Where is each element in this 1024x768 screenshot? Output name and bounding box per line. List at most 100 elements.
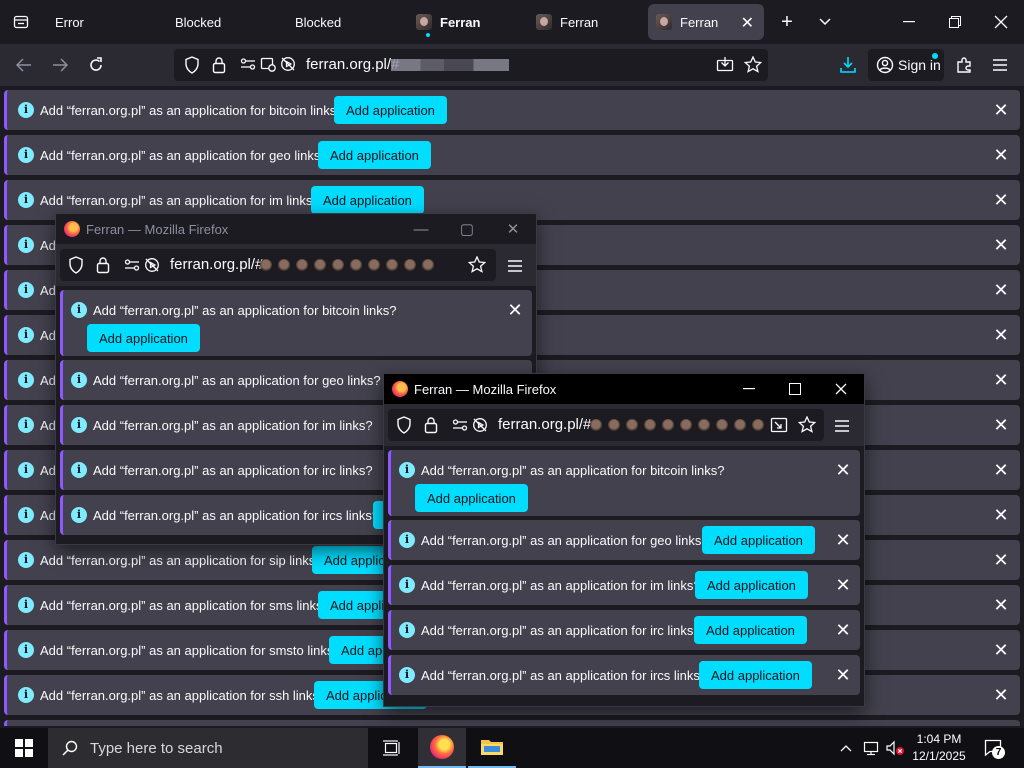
url-emoji [260,259,272,271]
add-application-button[interactable]: Add application [695,571,808,599]
save-to-pocket-icon[interactable] [716,56,734,77]
close-notification-icon[interactable]: ✕ [833,620,853,640]
reload-button[interactable] [82,52,110,78]
add-application-button[interactable]: Add application [318,141,431,169]
info-icon: i [399,622,415,638]
add-application-button[interactable]: Add application [87,324,200,352]
close-notification-icon[interactable]: ✕ [991,325,1011,345]
tracking-protection-shield-icon[interactable] [68,256,84,274]
app-menu-icon[interactable] [507,259,523,273]
minimize-button[interactable] [726,374,772,404]
tab-ferran-active[interactable]: Ferran ✕ [648,4,764,40]
action-center-icon[interactable]: 7 [984,738,1005,759]
picture-in-picture-icon[interactable] [770,417,788,433]
close-notification-icon[interactable]: ✕ [833,460,853,480]
show-hidden-icons-chevron-icon[interactable] [832,728,860,768]
app-menu-icon[interactable] [834,419,850,433]
autoplay-blocked-icon[interactable] [472,417,488,433]
close-window-button[interactable]: ✕ [490,214,536,244]
close-notification-icon[interactable]: ✕ [991,235,1011,255]
url-bar[interactable]: ferran.org.pl/# [60,249,496,281]
lock-icon[interactable] [212,56,226,79]
close-notification-icon[interactable]: ✕ [991,100,1011,120]
tab-ferran-2[interactable]: Ferran [524,4,640,40]
forward-button[interactable] [46,52,74,78]
sign-in-button[interactable]: Sign in [868,49,944,81]
close-window-button[interactable] [818,374,864,404]
bookmark-star-icon[interactable] [798,416,816,433]
bookmark-star-icon[interactable] [468,256,486,273]
add-application-button[interactable]: Add application [311,186,424,214]
close-notification-icon[interactable]: ✕ [991,370,1011,390]
maximize-button[interactable]: ▢ [444,214,490,244]
tracking-protection-shield-icon[interactable] [396,416,412,434]
windows-start-icon[interactable] [0,728,48,768]
info-icon: i [71,372,87,388]
network-icon[interactable] [858,728,884,768]
autoplay-blocked-icon[interactable] [280,56,296,77]
add-application-button[interactable]: Add application [702,526,815,554]
close-notification-icon[interactable]: ✕ [991,640,1011,660]
popup-navbar: ferran.org.pl/# [384,404,864,446]
autoplay-blocked-icon[interactable] [144,257,160,273]
restore-button[interactable] [932,0,978,44]
permissions-icon[interactable] [240,56,256,77]
url-bar[interactable]: ferran.org.pl/# [388,409,824,441]
close-notification-icon[interactable]: ✕ [833,665,853,685]
volume-muted-icon[interactable] [882,728,908,768]
system-clock[interactable]: 1:04 PM 12/1/2025 [906,731,972,765]
add-application-button[interactable]: Add application [699,661,812,689]
close-window-button[interactable] [978,0,1024,44]
popup-title: Ferran — Mozilla Firefox [414,381,557,397]
info-icon: i [18,147,34,163]
app-menu-icon[interactable] [986,52,1014,78]
bookmark-star-icon[interactable] [743,55,763,78]
url-emoji [296,259,308,271]
close-notification-icon[interactable]: ✕ [833,575,853,595]
info-icon: i [18,552,34,568]
add-application-button[interactable]: Add application [694,616,807,644]
tab-close-icon[interactable]: ✕ [741,13,754,33]
tab-error[interactable]: Error [44,4,160,40]
maximize-button[interactable] [772,374,818,404]
minimize-button[interactable] [886,0,932,44]
permissions-icon[interactable] [452,417,468,433]
close-notification-icon[interactable]: ✕ [991,595,1011,615]
minimize-button[interactable]: — [398,214,444,244]
add-application-button[interactable]: Add application [415,484,528,512]
close-notification-icon[interactable]: ✕ [991,550,1011,570]
tab-list-icon[interactable] [0,0,42,44]
notification-message: Add “ferran.org.pl” as an application fo… [40,103,344,118]
file-explorer-icon[interactable] [468,728,516,768]
tab-blocked-2[interactable]: Blocked [284,4,400,40]
close-notification-icon[interactable]: ✕ [991,460,1011,480]
lock-icon[interactable] [96,256,110,274]
clock-date: 12/1/2025 [912,749,966,763]
task-view-icon[interactable] [368,728,416,768]
firefox-taskbar-icon[interactable] [418,728,466,768]
close-notification-icon[interactable]: ✕ [991,505,1011,525]
back-button[interactable] [10,52,38,78]
install-app-icon[interactable] [260,56,276,77]
permissions-icon[interactable] [124,257,140,273]
list-all-tabs-button[interactable] [802,0,848,44]
close-notification-icon[interactable]: ✕ [991,415,1011,435]
lock-icon[interactable] [424,416,438,434]
close-notification-icon[interactable]: ✕ [991,685,1011,705]
downloads-icon[interactable] [834,52,862,78]
close-notification-icon[interactable]: ✕ [505,300,525,320]
close-notification-icon[interactable]: ✕ [991,280,1011,300]
site-favicon-icon [536,14,552,30]
close-notification-icon[interactable]: ✕ [991,190,1011,210]
url-bar[interactable]: ferran.org.pl/# [174,49,768,81]
tab-ferran-1[interactable]: Ferran [404,4,520,40]
tracking-protection-shield-icon[interactable] [184,56,200,79]
close-notification-icon[interactable]: ✕ [833,530,853,550]
notification-message: Add “ferran.org.pl” as an application fo… [421,668,708,683]
extensions-icon[interactable] [950,52,978,78]
add-application-button[interactable]: Add application [334,96,447,124]
tab-blocked-1[interactable]: Blocked [164,4,280,40]
taskbar-search-box[interactable]: Type here to search [48,728,368,768]
close-notification-icon[interactable]: ✕ [991,145,1011,165]
account-icon [876,56,894,74]
